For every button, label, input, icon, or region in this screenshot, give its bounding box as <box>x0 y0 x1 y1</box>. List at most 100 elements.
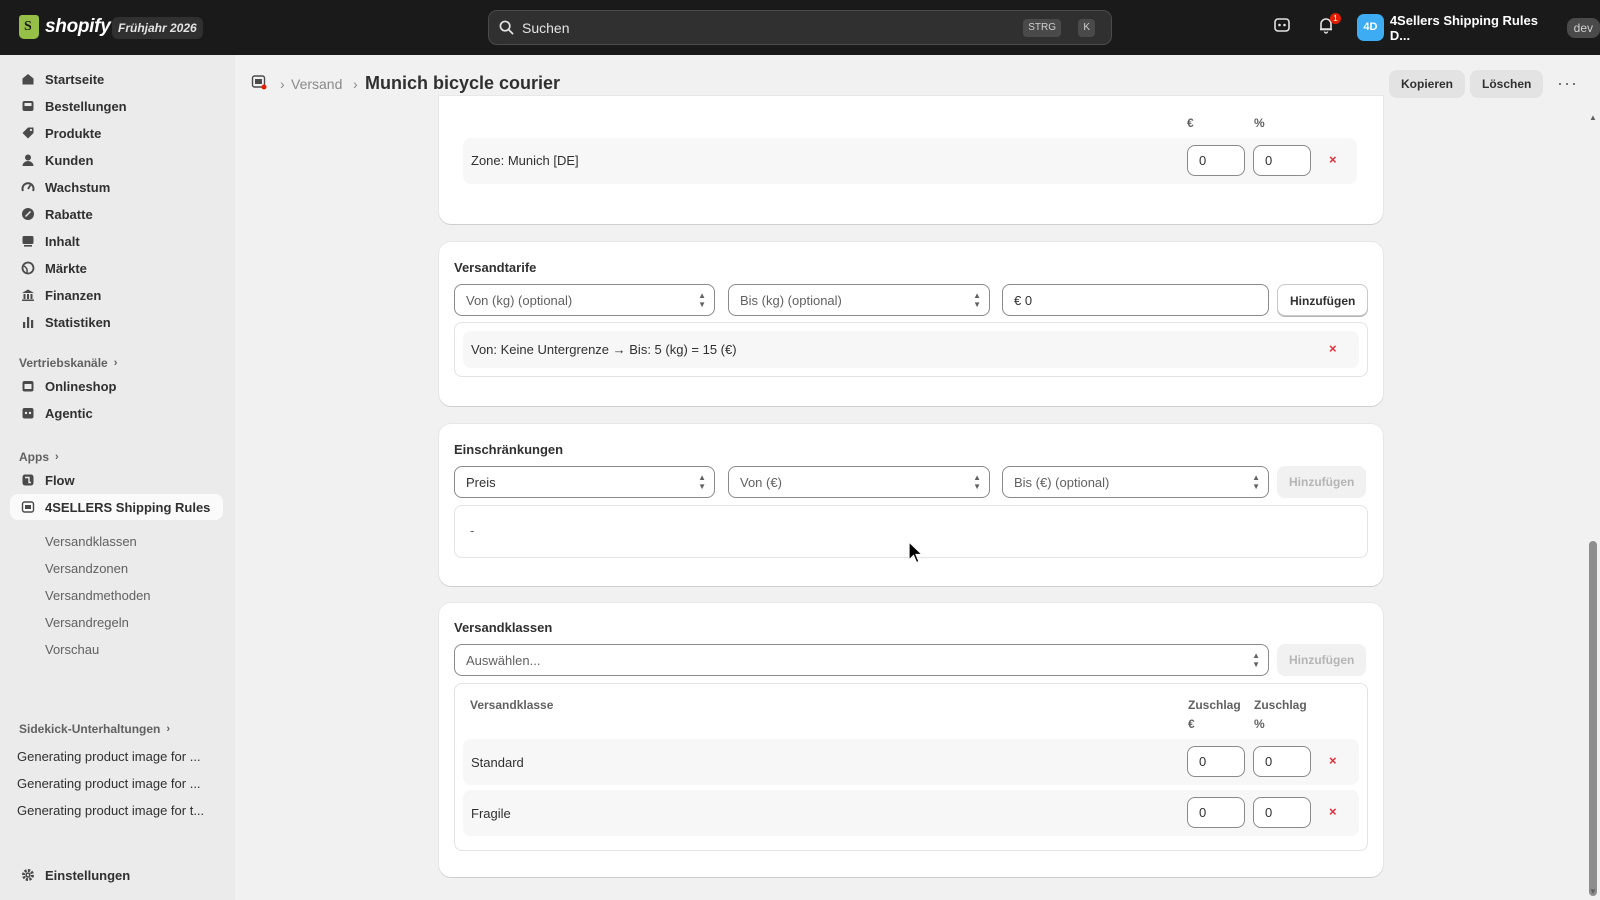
sidebar-item-wachstum[interactable]: Wachstum <box>10 174 223 200</box>
scroll-up-arrow-icon[interactable]: ▲ <box>1589 113 1597 122</box>
sidebar-item-kunden[interactable]: Kunden <box>10 147 223 173</box>
scroll-down-arrow-icon[interactable]: ▼ <box>1589 887 1597 896</box>
sidekick-conversation[interactable]: Generating product image for ... <box>17 776 217 791</box>
sidebar-item-statistiken[interactable]: Statistiken <box>10 309 223 335</box>
surcharge-eur-input[interactable]: 0 <box>1187 746 1245 777</box>
shipping-class-select[interactable]: Auswählen... ▲ ▼ <box>454 644 1269 676</box>
search-icon <box>499 20 514 35</box>
sidebar-item-label: Wachstum <box>45 179 111 195</box>
rate-price-input[interactable] <box>1014 292 1218 308</box>
surcharge-pct-input[interactable]: 0 <box>1253 746 1311 777</box>
add-rate-button[interactable]: Hinzufügen <box>1277 284 1369 316</box>
home-icon <box>20 71 36 87</box>
bell-icon[interactable]: 1 <box>1317 13 1341 38</box>
surcharge-pct-input[interactable]: 0 <box>1253 797 1311 828</box>
sidebar-item-maerkte[interactable]: Märkte <box>10 255 223 281</box>
shipping-classes-table: Versandklasse Zuschlag € Zuschlag% Standa… <box>454 683 1368 851</box>
sidebar-item-onlineshop[interactable]: Onlineshop <box>10 373 223 399</box>
sidekick-conversation[interactable]: Generating product image for t... <box>17 803 217 818</box>
store-icon <box>20 378 36 394</box>
breadcrumb[interactable]: Versand <box>291 76 347 92</box>
rate-to-input[interactable] <box>740 292 940 308</box>
table-row: Fragile 0 0 × <box>463 790 1359 836</box>
app-icon[interactable] <box>251 74 267 93</box>
top-bar: shopify Frühjahr 2026 STRG K 1 4D 4Selle… <box>0 0 1600 55</box>
rate-from-input[interactable] <box>466 292 665 308</box>
rate-price-field[interactable] <box>1002 284 1269 316</box>
rate-from-field[interactable]: ▲▼ <box>454 284 715 316</box>
sidebar-subitem-versandregeln[interactable]: Versandregeln <box>45 615 129 630</box>
copy-button[interactable]: Kopieren <box>1389 70 1466 98</box>
sidebar-subitem-versandzonen[interactable]: Versandzonen <box>45 561 128 576</box>
column-header-eur-unit: € <box>1187 116 1194 130</box>
sidebar-item-4sellers-shipping-rules[interactable]: 4SELLERS Shipping Rules <box>10 494 223 520</box>
stepper-icon[interactable]: ▲ ▼ <box>1252 473 1260 491</box>
stepper-icon[interactable]: ▲ ▼ <box>973 473 981 491</box>
add-shipping-class-button[interactable]: Hinzufügen <box>1277 644 1367 676</box>
remove-class-icon[interactable]: × <box>1329 804 1337 819</box>
sidebar-item-label: Finanzen <box>45 287 102 303</box>
add-restriction-button[interactable]: Hinzufügen <box>1277 466 1367 498</box>
remove-zone-icon[interactable]: × <box>1329 152 1337 167</box>
delete-button[interactable]: Löschen <box>1470 70 1544 98</box>
sidebar-item-label: Agentic <box>45 405 93 421</box>
notification-badge: 1 <box>1330 13 1341 24</box>
sidebar-section-sidekick[interactable]: Sidekick-Unterhaltungen › <box>19 722 170 736</box>
sidebar-item-rabatte[interactable]: Rabatte <box>10 201 223 227</box>
sidebar-subitem-versandklassen[interactable]: Versandklassen <box>45 534 137 549</box>
restriction-from-input[interactable] <box>740 474 940 490</box>
person-icon <box>20 152 36 168</box>
edition-badge[interactable]: Frühjahr 2026 <box>112 17 203 39</box>
sidebar-item-label: Rabatte <box>45 206 93 222</box>
page-scrollbar[interactable]: ▲ ▼ <box>1586 111 1600 900</box>
sidekick-conversation[interactable]: Generating product image for ... <box>17 749 217 764</box>
section-label: Vertriebskanäle <box>19 356 108 370</box>
sidebar-item-inhalt[interactable]: Inhalt <box>10 228 223 254</box>
stepper-icon[interactable]: ▲ ▼ <box>973 291 981 309</box>
rate-to-field[interactable]: ▲▼ <box>728 284 990 316</box>
sidebar-subitem-vorschau[interactable]: Vorschau <box>45 642 99 657</box>
sidebar-item-einstellungen[interactable]: Einstellungen <box>10 862 223 888</box>
sidebar-section-sales-channels[interactable]: Vertriebskanäle › <box>19 356 117 370</box>
sidebar-item-startseite[interactable]: Startseite <box>10 66 223 92</box>
store-name: 4Sellers Shipping Rules D... <box>1389 12 1538 43</box>
shortcut-ctrl: STRG <box>1023 19 1061 37</box>
search-input[interactable] <box>522 19 1022 36</box>
search-bar[interactable]: STRG K <box>488 10 1112 45</box>
scroll-thumb[interactable] <box>1589 541 1597 896</box>
sidebar-item-bestellungen[interactable]: Bestellungen <box>10 93 223 119</box>
tag-icon <box>20 125 36 141</box>
sidebar-item-produkte[interactable]: Produkte <box>10 120 223 146</box>
restriction-from-field[interactable]: ▲▼ <box>728 466 990 498</box>
sidebar-section-apps[interactable]: Apps › <box>19 450 59 464</box>
stepper-icon[interactable]: ▲ ▼ <box>698 291 706 309</box>
sidebar-item-flow[interactable]: Flow <box>10 467 223 493</box>
class-label: Fragile <box>471 806 511 821</box>
remove-class-icon[interactable]: × <box>1329 753 1337 768</box>
surcharge-eur-input[interactable]: 0 <box>1187 797 1245 828</box>
discount-icon <box>20 206 36 222</box>
sidebar-item-label: Onlineshop <box>45 378 117 394</box>
column-header-unit: % <box>1254 717 1265 731</box>
remove-rate-icon[interactable]: × <box>1329 341 1337 356</box>
bank-icon <box>20 287 36 303</box>
restriction-type-select[interactable]: Preis ▲ ▼ <box>454 466 715 498</box>
sidebar-subitem-versandmethoden[interactable]: Versandmethoden <box>45 588 151 603</box>
inbox-icon <box>20 98 36 114</box>
flow-icon <box>20 472 36 488</box>
more-actions-icon[interactable]: ··· <box>1557 73 1578 94</box>
sidekick-icon[interactable] <box>1273 16 1295 38</box>
shopify-logo[interactable]: shopify <box>19 15 111 39</box>
card-title: Einschränkungen <box>454 442 564 457</box>
store-switcher[interactable]: 4D 4Sellers Shipping Rules D... dev <box>1357 12 1600 43</box>
restriction-to-field[interactable]: ▲▼ <box>1002 466 1269 498</box>
sidebar-item-label: Märkte <box>45 260 87 276</box>
restriction-to-input[interactable] <box>1014 474 1218 490</box>
shipping-classes-card: Versandklassen Auswählen... ▲ ▼ Hinzufüge… <box>439 603 1383 877</box>
zone-surcharge-eur-input[interactable]: 0 <box>1187 145 1245 176</box>
rates-list: Von: Keine Untergrenze → Bis: 5 (kg) = 1… <box>454 322 1368 377</box>
sidebar-item-finanzen[interactable]: Finanzen <box>10 282 223 308</box>
card-title: Versandtarife <box>454 260 537 275</box>
sidebar-item-agentic[interactable]: Agentic <box>10 400 223 426</box>
zone-surcharge-pct-input[interactable]: 0 <box>1253 145 1311 176</box>
